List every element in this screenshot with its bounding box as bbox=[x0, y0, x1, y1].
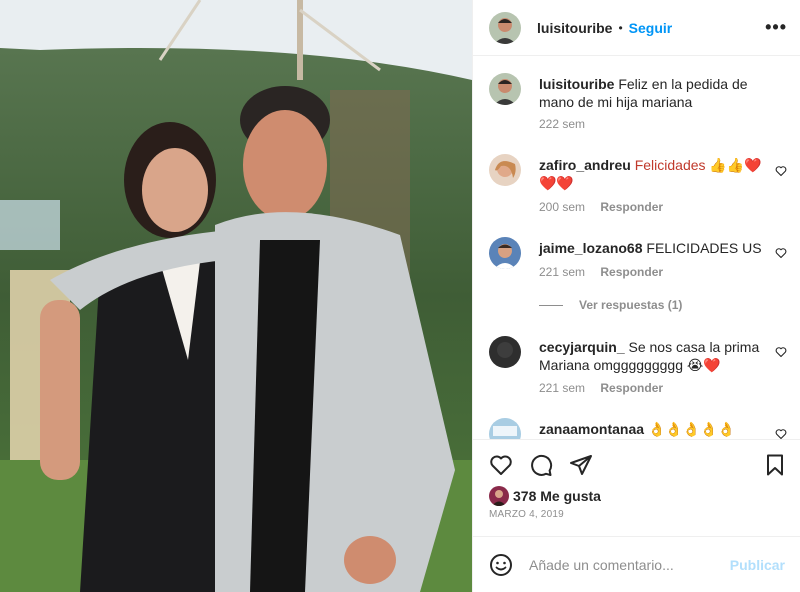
view-replies-button[interactable]: Ver respuestas (1) bbox=[539, 298, 682, 312]
comment-meta: 221 sem Responder bbox=[539, 381, 663, 395]
author-username[interactable]: luisitouribe bbox=[537, 20, 612, 36]
comment-username[interactable]: cecyjarquin_ bbox=[539, 339, 625, 355]
replies-line bbox=[539, 304, 563, 306]
commenter-avatar[interactable] bbox=[489, 154, 521, 186]
comment-body: zafiro_andreu Felicidades 👍👍❤️ ❤️❤️ bbox=[539, 156, 769, 192]
caption-meta: 222 sem bbox=[539, 117, 585, 131]
comment-time: 200 sem bbox=[539, 200, 586, 214]
separator-dot: • bbox=[618, 20, 623, 35]
bookmark-icon[interactable] bbox=[763, 453, 787, 477]
heart-icon[interactable] bbox=[775, 428, 787, 439]
comment-item: zanaamontanaa 👌👌👌👌👌 bbox=[489, 418, 789, 439]
caption-body: luisitouribe Feliz en la pedida de mano … bbox=[539, 75, 769, 111]
post-side-panel: luisitouribe • Seguir ••• luisitouribe F… bbox=[472, 0, 800, 592]
commenter-avatar[interactable] bbox=[489, 237, 521, 269]
comment-time: 221 sem bbox=[539, 265, 586, 279]
comment-time: 221 sem bbox=[539, 381, 586, 395]
comment-username[interactable]: zanaamontanaa bbox=[539, 421, 644, 437]
comment-body: zanaamontanaa 👌👌👌👌👌 bbox=[539, 420, 769, 438]
heart-icon[interactable] bbox=[775, 165, 787, 177]
reply-button[interactable]: Responder bbox=[600, 381, 663, 395]
caption-avatar[interactable] bbox=[489, 73, 521, 105]
liker-avatar bbox=[489, 486, 509, 506]
more-icon[interactable]: ••• bbox=[765, 17, 787, 38]
comment-text: FELICIDADES US bbox=[646, 240, 762, 256]
comment-input[interactable] bbox=[529, 556, 729, 573]
post-header: luisitouribe • Seguir ••• bbox=[473, 0, 800, 56]
comment-item: cecyjarquin_ Se nos casa la prima Marian… bbox=[489, 336, 789, 396]
comment-username[interactable]: zafiro_andreu bbox=[539, 157, 631, 173]
comment-username[interactable]: jaime_lozano68 bbox=[539, 240, 643, 256]
post-actions: 378 Me gusta MARZO 4, 2019 bbox=[473, 439, 800, 535]
comment-item: zafiro_andreu Felicidades 👍👍❤️ ❤️❤️ 200 … bbox=[489, 154, 789, 214]
post-photo[interactable] bbox=[0, 0, 472, 592]
comment-item: jaime_lozano68 FELICIDADES US 221 sem Re… bbox=[489, 237, 789, 307]
comment-icon[interactable] bbox=[529, 453, 553, 477]
comment-composer: Publicar bbox=[473, 536, 800, 592]
caption-time: 222 sem bbox=[539, 117, 586, 131]
comment-meta: 221 sem Responder bbox=[539, 265, 663, 279]
like-heart-icon[interactable] bbox=[489, 453, 513, 477]
comment-body: jaime_lozano68 FELICIDADES US bbox=[539, 239, 769, 257]
author-avatar[interactable] bbox=[489, 11, 521, 44]
caption-username[interactable]: luisitouribe bbox=[539, 76, 614, 92]
caption: luisitouribe Feliz en la pedida de mano … bbox=[489, 73, 789, 133]
view-replies-label: Ver respuestas (1) bbox=[579, 298, 683, 312]
commenter-avatar[interactable] bbox=[489, 336, 521, 368]
comment-text: 👌👌👌👌👌 bbox=[647, 421, 736, 437]
reply-button[interactable]: Responder bbox=[600, 265, 663, 279]
post-date[interactable]: MARZO 4, 2019 bbox=[489, 509, 564, 520]
emoji-icon[interactable] bbox=[489, 553, 513, 577]
share-icon[interactable] bbox=[569, 453, 593, 477]
likes-label: 378 Me gusta bbox=[513, 488, 601, 504]
comment-meta: 200 sem Responder bbox=[539, 200, 663, 214]
heart-icon[interactable] bbox=[775, 247, 787, 259]
heart-icon[interactable] bbox=[775, 346, 787, 358]
photo-illustration bbox=[0, 0, 472, 592]
comment-body: cecyjarquin_ Se nos casa la prima Marian… bbox=[539, 338, 769, 374]
comments-list[interactable]: luisitouribe Feliz en la pedida de mano … bbox=[473, 57, 800, 439]
follow-button[interactable]: Seguir bbox=[629, 20, 673, 36]
publish-button[interactable]: Publicar bbox=[730, 557, 785, 573]
reply-button[interactable]: Responder bbox=[600, 200, 663, 214]
likes-count[interactable]: 378 Me gusta bbox=[489, 486, 601, 506]
commenter-avatar[interactable] bbox=[489, 418, 521, 439]
